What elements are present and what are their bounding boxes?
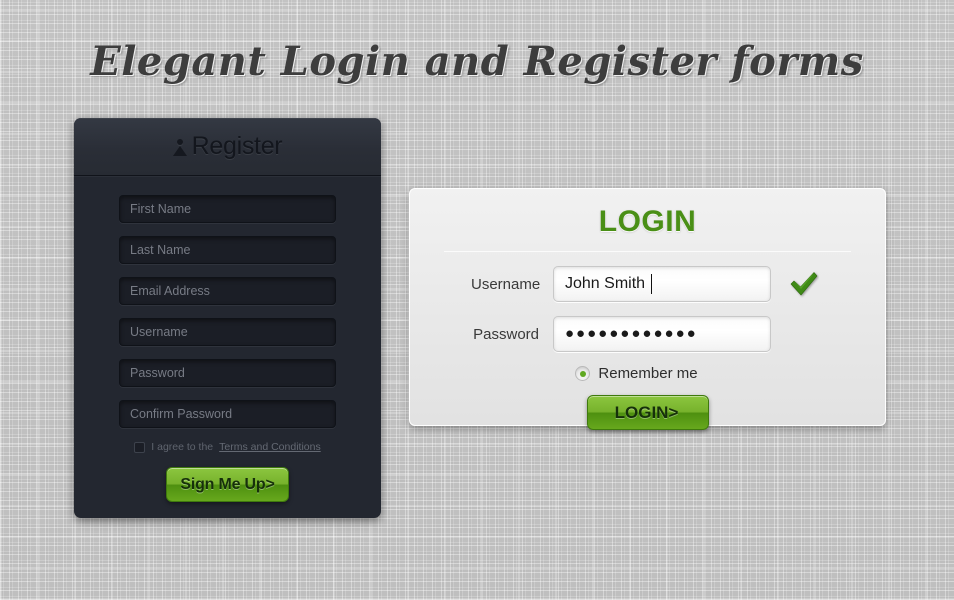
login-username-row: Username (410, 266, 885, 302)
password-label: Password (473, 325, 539, 343)
confirm-password-input[interactable] (119, 400, 336, 428)
login-divider (444, 251, 851, 252)
radio-dot-icon (579, 370, 586, 377)
password-masked-value: ●●●●●●●●●●●● (565, 325, 698, 342)
register-username-input[interactable] (119, 318, 336, 346)
login-password-row: Password ●●●●●●●●●●●● (410, 316, 885, 352)
remember-me-radio[interactable] (575, 366, 591, 381)
terms-row: I agree to the Terms and Conditions (74, 441, 381, 453)
page-title: Elegant Login and Register forms (90, 38, 864, 85)
register-panel-header: Register (74, 118, 381, 176)
register-panel: Register I agree to the Terms and Condit… (74, 118, 381, 518)
login-button[interactable]: LOGIN> (586, 395, 709, 430)
terms-checkbox[interactable] (134, 441, 146, 453)
register-password-input[interactable] (119, 359, 336, 387)
register-form: I agree to the Terms and Conditions Sign… (74, 176, 381, 502)
login-panel: LOGIN Username Password ●●●●●●●●●●●● Rem… (409, 188, 886, 430)
text-caret (651, 274, 652, 294)
terms-text: I agree to the (151, 441, 214, 453)
login-username-input[interactable] (553, 266, 771, 302)
login-password-input[interactable]: ●●●●●●●●●●●● (553, 316, 771, 352)
person-icon (172, 139, 187, 156)
login-title: LOGIN (598, 205, 697, 238)
remember-me-label: Remember me (598, 365, 698, 382)
terms-and-conditions-link[interactable]: Terms and Conditions (219, 441, 321, 453)
username-input-wrapper (553, 266, 771, 302)
sign-me-up-button[interactable]: Sign Me Up> (166, 467, 289, 502)
last-name-input[interactable] (119, 236, 336, 264)
check-icon (790, 272, 818, 296)
first-name-input[interactable] (119, 195, 336, 223)
email-address-input[interactable] (119, 277, 336, 305)
register-title: Register (191, 132, 283, 160)
remember-me-row[interactable]: Remember me (410, 365, 885, 382)
username-label: Username (471, 275, 541, 293)
